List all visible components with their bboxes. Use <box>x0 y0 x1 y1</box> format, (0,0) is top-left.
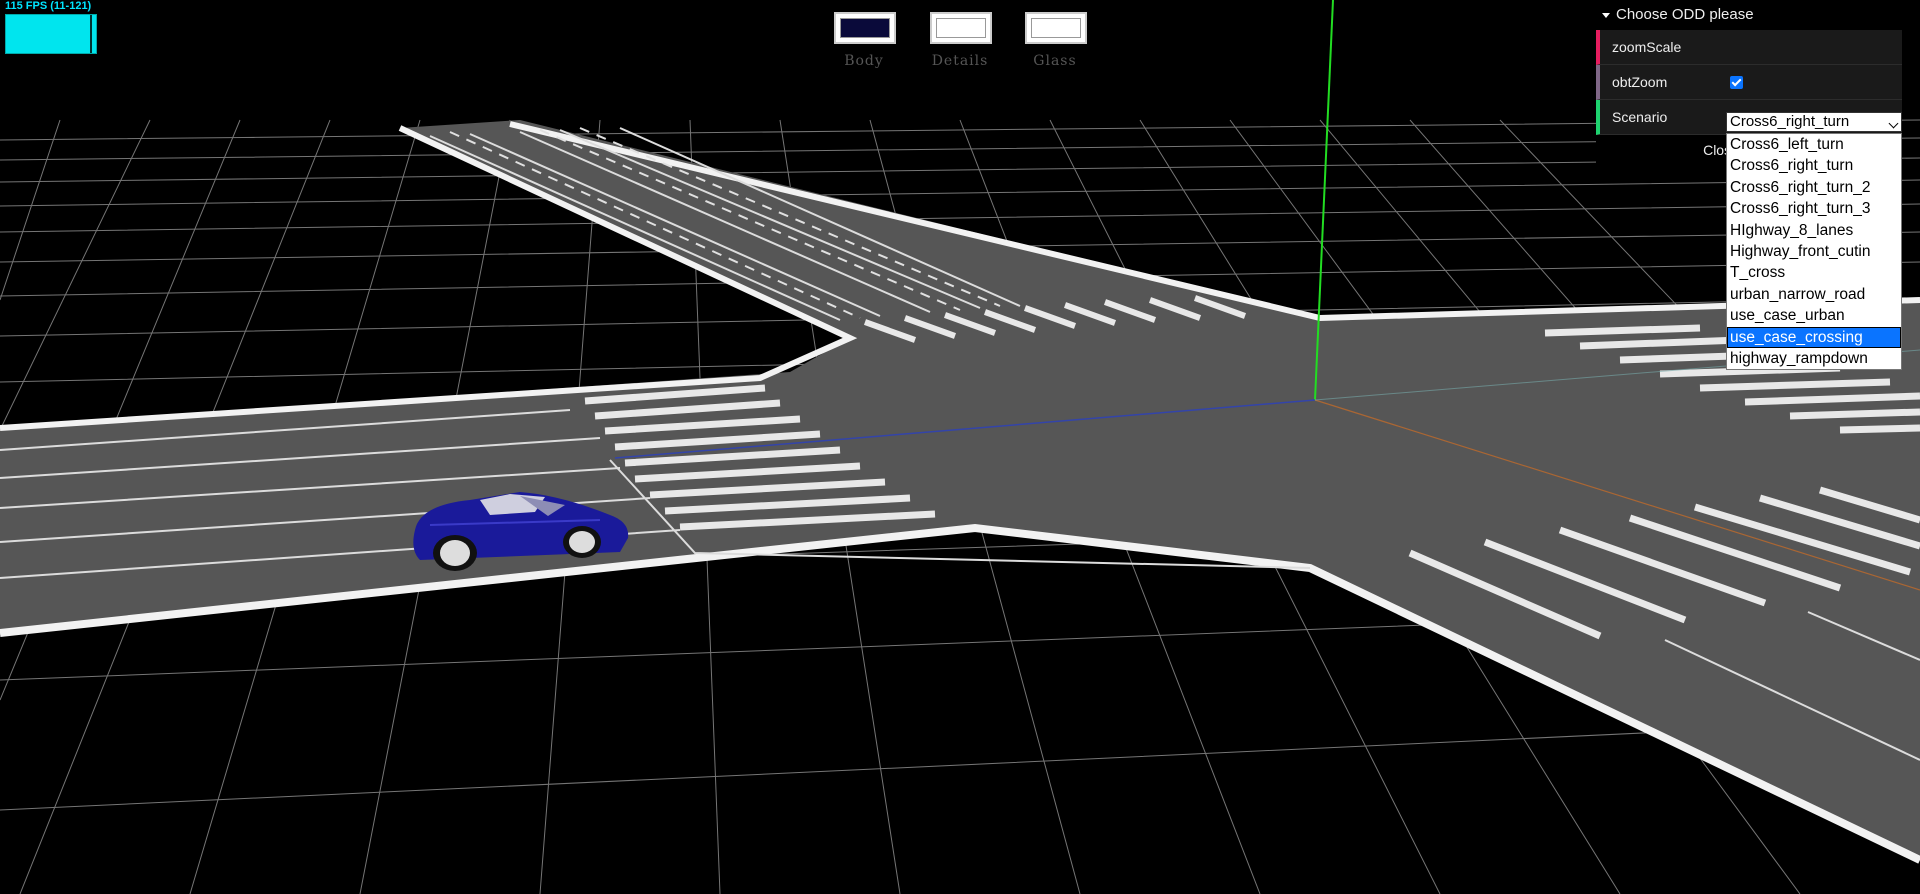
scenario-option[interactable]: use_case_urban <box>1727 305 1901 326</box>
body-color-fill <box>840 18 890 38</box>
scenario-select[interactable]: Cross6_right_turn <box>1726 112 1902 132</box>
fps-stats-panel[interactable]: 115 FPS (11-121) <box>3 0 97 55</box>
scenario-option[interactable]: T_cross <box>1727 262 1901 283</box>
scenario-option[interactable]: Cross6_left_turn <box>1727 134 1901 155</box>
scenario-option[interactable]: urban_narrow_road <box>1727 284 1901 305</box>
scenario-option[interactable]: Cross6_right_turn <box>1727 155 1901 176</box>
scenario-label: Scenario <box>1612 109 1668 125</box>
scenario-option-highlighted[interactable]: use_case_crossing <box>1727 326 1901 348</box>
body-swatch-label: Body <box>844 53 884 69</box>
details-color-fill <box>936 18 986 38</box>
zoom-scale-row[interactable]: zoomScale <box>1596 30 1902 65</box>
scenario-selected-value: Cross6_right_turn <box>1730 113 1850 130</box>
scenario-option[interactable]: highway_rampdown <box>1727 348 1901 369</box>
scenario-option[interactable]: HIghway_8_lanes <box>1727 220 1901 241</box>
fps-readout: 115 FPS (11-121) <box>5 0 92 12</box>
scenario-dropdown-list: Cross6_left_turn Cross6_right_turn Cross… <box>1726 133 1902 371</box>
zoom-scale-label: zoomScale <box>1612 39 1682 55</box>
scenario-option[interactable]: Cross6_right_turn_3 <box>1727 198 1901 219</box>
fps-graph <box>5 14 97 54</box>
scenario-option[interactable]: Cross6_right_turn_2 <box>1727 177 1901 198</box>
body-color-swatch[interactable] <box>834 12 896 44</box>
chevron-down-icon <box>1888 118 1899 129</box>
glass-color-swatch[interactable] <box>1025 12 1087 44</box>
glass-swatch-label: Glass <box>1033 53 1077 69</box>
glass-color-fill <box>1031 18 1081 38</box>
details-color-swatch[interactable] <box>930 12 992 44</box>
details-swatch-label: Details <box>931 53 989 69</box>
scenario-option[interactable]: Highway_front_cutin <box>1727 241 1901 262</box>
obt-zoom-row[interactable]: obtZoom <box>1596 65 1902 100</box>
obt-zoom-label: obtZoom <box>1612 74 1668 90</box>
obt-zoom-checkbox[interactable] <box>1730 76 1743 89</box>
odd-folder-title[interactable]: Choose ODD please <box>1596 0 1902 30</box>
